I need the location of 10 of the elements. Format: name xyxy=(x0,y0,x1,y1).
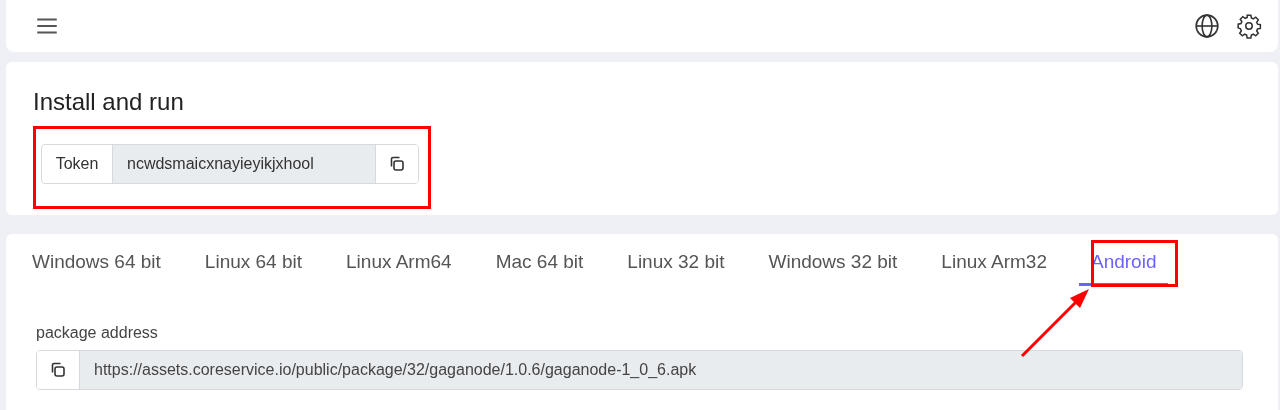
platform-tab[interactable]: Mac 64 bit xyxy=(495,251,584,286)
platform-tab[interactable]: Android xyxy=(1078,251,1169,286)
platform-tab[interactable]: Linux Arm64 xyxy=(346,251,452,286)
platform-tab[interactable]: Linux 32 bit xyxy=(627,251,725,286)
platform-tab[interactable]: Linux 64 bit xyxy=(204,251,303,286)
platform-tab[interactable]: Windows 64 bit xyxy=(32,251,161,286)
section-title: Install and run xyxy=(33,88,185,116)
platform-tab[interactable]: Windows 32 bit xyxy=(768,251,898,286)
field-label: package address xyxy=(36,324,158,342)
platform-tab[interactable]: Linux Arm32 xyxy=(941,251,1047,286)
